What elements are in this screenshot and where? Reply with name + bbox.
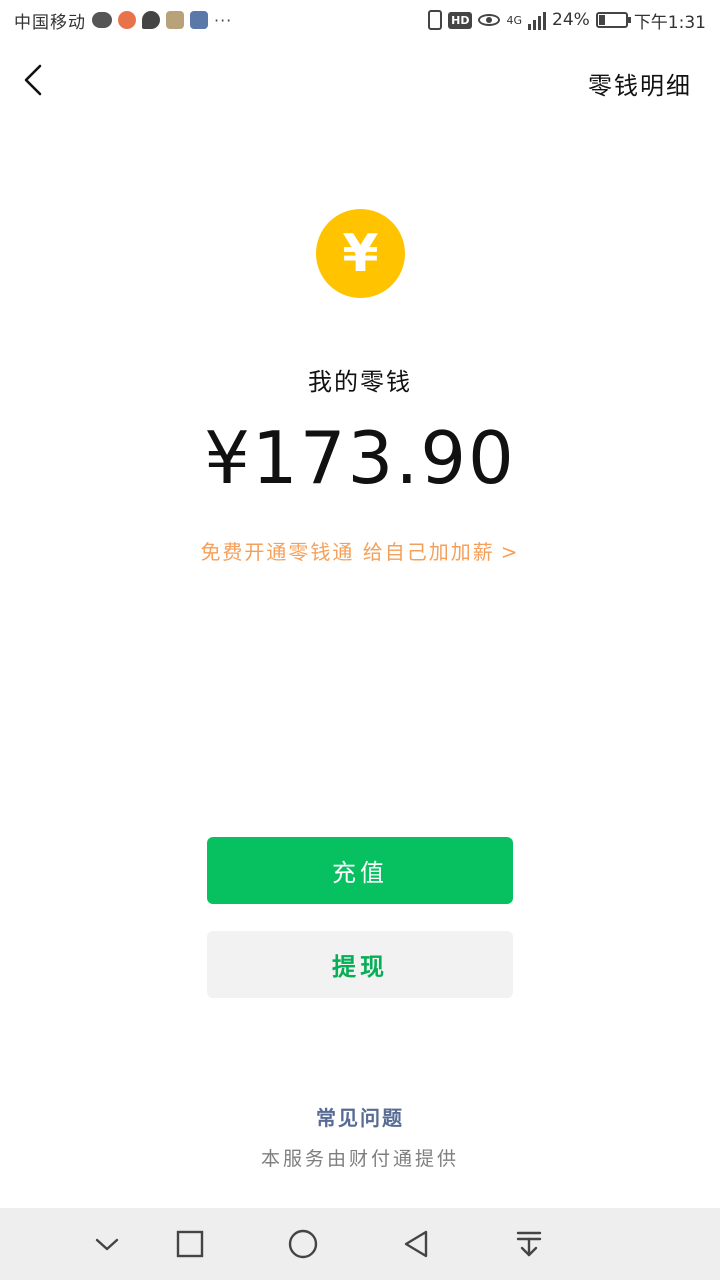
balance-details-link[interactable]: 零钱明细 xyxy=(588,66,692,101)
chevron-right-icon: > xyxy=(500,540,520,564)
more-notifications-icon: ··· xyxy=(214,10,233,30)
faq-link[interactable]: 常见问题 xyxy=(0,1102,720,1131)
system-navigation-bar xyxy=(0,1208,720,1280)
status-bar-right: HD 4G 24% 下午1:31 xyxy=(428,8,706,33)
recharge-button[interactable]: 充值 xyxy=(207,837,513,904)
lingqiantong-promo-link[interactable]: 免费开通零钱通 给自己加加薪 > xyxy=(0,536,720,565)
carrier-name: 中国移动 xyxy=(14,12,86,33)
battery-icon xyxy=(595,12,631,28)
balance-label: 我的零钱 xyxy=(308,368,412,396)
header: 零钱明细 xyxy=(0,40,720,120)
weibo-icon xyxy=(118,11,136,29)
status-bar-left: 中国移动 ··· xyxy=(14,8,232,33)
status-bar: 中国移动 ··· HD 4G 24% 下午1:31 xyxy=(0,0,720,40)
signal-icon xyxy=(528,10,547,30)
battery-percent: 24% xyxy=(552,10,590,30)
home-icon xyxy=(288,1229,318,1259)
vibrate-icon xyxy=(428,10,443,30)
promo-text: 免费开通零钱通 给自己加加薪 xyxy=(200,540,495,564)
service-provider-note: 本服务由财付通提供 xyxy=(260,1148,459,1170)
back-button[interactable] xyxy=(14,58,58,102)
wechat-icon xyxy=(92,12,112,28)
chat-bubble-icon xyxy=(142,11,160,29)
eye-icon xyxy=(478,14,501,26)
nav-back-button[interactable] xyxy=(394,1222,438,1266)
balance-amount: ¥173.90 xyxy=(204,416,516,500)
chevron-left-icon xyxy=(24,64,42,96)
nav-collapse-button[interactable] xyxy=(85,1222,129,1266)
withdraw-button[interactable]: 提现 xyxy=(207,931,513,998)
network-type: 4G xyxy=(506,13,523,27)
hd-icon: HD xyxy=(448,11,473,29)
back-icon xyxy=(404,1230,428,1258)
notification-pull-icon xyxy=(516,1231,542,1257)
coin-symbol: ¥ xyxy=(342,223,379,284)
app-icon xyxy=(190,11,208,29)
app-icon xyxy=(166,11,184,29)
yuan-coin-icon: ¥ xyxy=(316,209,405,298)
recent-apps-icon xyxy=(176,1230,204,1258)
nav-recent-apps-button[interactable] xyxy=(168,1222,212,1266)
clock: 下午1:31 xyxy=(633,12,706,33)
nav-home-button[interactable] xyxy=(281,1222,325,1266)
chevron-down-icon xyxy=(95,1238,119,1251)
nav-notification-button[interactable] xyxy=(507,1222,551,1266)
